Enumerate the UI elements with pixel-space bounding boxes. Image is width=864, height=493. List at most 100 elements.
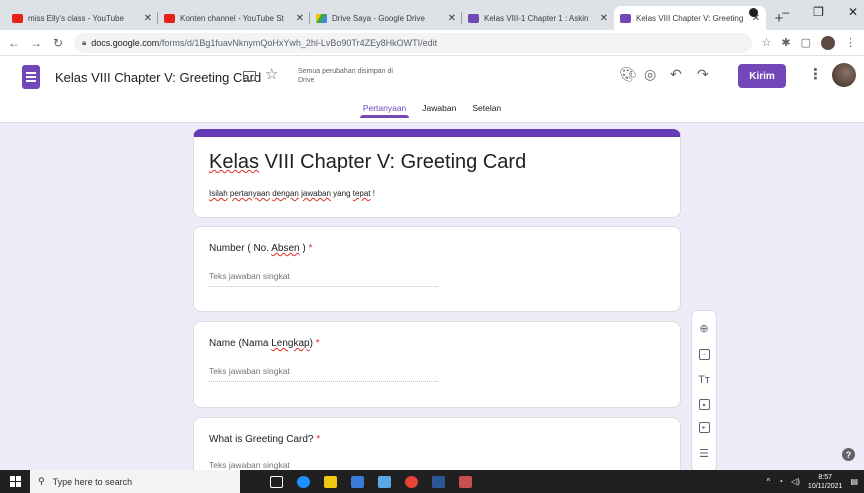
- minimize-icon[interactable]: –: [782, 5, 789, 19]
- desc-word: pertanyaan: [229, 189, 270, 198]
- forms-header: Kelas VIII Chapter V: Greeting Card ☆ Se…: [0, 56, 864, 123]
- edge-icon[interactable]: [297, 475, 310, 488]
- tray-chevron-icon[interactable]: ^: [766, 477, 770, 486]
- url-host: docs.google.com: [91, 37, 160, 48]
- window-controls: – ❐ ✕: [749, 0, 864, 24]
- file-explorer-icon[interactable]: [324, 475, 337, 488]
- taskbar-search-input[interactable]: ⚲ Type here to search: [30, 470, 240, 493]
- google-forms-logo-icon[interactable]: [22, 65, 40, 89]
- question-label-start: What is Greeting Card?: [209, 434, 314, 445]
- volume-icon[interactable]: ◁): [791, 477, 800, 486]
- windows-logo-icon: [9, 476, 21, 487]
- form-title-card[interactable]: Kelas VIII Chapter V: Greeting Card Isil…: [193, 129, 681, 218]
- search-icon: ⚲: [38, 476, 45, 486]
- add-question-icon[interactable]: ⊕: [696, 321, 712, 337]
- browser-menu-icon[interactable]: ⋮: [845, 36, 856, 49]
- youtube-icon: [12, 13, 23, 23]
- desc-word: jawaban: [301, 189, 331, 198]
- desc-word: tepat: [352, 189, 371, 198]
- close-window-icon[interactable]: ✕: [848, 5, 858, 19]
- question-label: Name (Nama Lengkap) *: [209, 338, 320, 349]
- question-card[interactable]: Name (Nama Lengkap) * Teks jawaban singk…: [193, 321, 681, 408]
- tab-responses[interactable]: Jawaban: [414, 103, 464, 118]
- lock-icon: 🔒︎: [82, 37, 87, 47]
- notifications-icon[interactable]: ▤: [850, 477, 858, 486]
- browser-tab[interactable]: Drive Saya - Google Drive ✕: [310, 6, 462, 30]
- tab-settings[interactable]: Setelan: [464, 103, 509, 118]
- task-view-icon[interactable]: [270, 475, 283, 488]
- form-description[interactable]: Isilah pertanyaan dengan jawaban yang te…: [209, 189, 375, 198]
- reload-icon[interactable]: ↻: [52, 36, 64, 50]
- store-icon[interactable]: [378, 475, 391, 488]
- question-label: Number ( No. Absen ) *: [209, 243, 312, 254]
- back-icon[interactable]: ←: [8, 36, 20, 50]
- taskbar-apps: [270, 475, 472, 488]
- clock-date: 10/11/2021: [807, 482, 843, 490]
- tab-title: Konten channel - YouTube St: [180, 13, 284, 23]
- chrome-icon[interactable]: [405, 475, 418, 488]
- url-field[interactable]: 🔒︎ docs.google.com/forms/d/1Bg1fuavNknym…: [74, 32, 752, 53]
- url-path: /forms/d/1Bg1fuavNknymQoHxYwh_2hl-LvBo90…: [159, 37, 438, 48]
- more-options-icon[interactable]: ⋮: [808, 65, 823, 83]
- form-tabs: Pertanyaan Jawaban Setelan: [0, 103, 864, 118]
- close-tab-icon[interactable]: ✕: [448, 13, 456, 24]
- undo-icon[interactable]: ↶: [670, 66, 682, 83]
- send-button[interactable]: Kirim: [738, 64, 786, 88]
- form-title[interactable]: Kelas VIII Chapter V: Greeting Card: [209, 151, 526, 174]
- word-icon[interactable]: [432, 475, 445, 488]
- browser-tab[interactable]: miss Elly's class - YouTube ✕: [6, 6, 158, 30]
- close-tab-icon[interactable]: ✕: [144, 13, 152, 24]
- bookmark-star-icon[interactable]: ☆: [762, 36, 772, 49]
- redo-icon[interactable]: ↷: [697, 66, 709, 83]
- tab-title: Drive Saya - Google Drive: [332, 13, 425, 23]
- import-questions-icon[interactable]: →: [698, 348, 710, 360]
- avatar[interactable]: [832, 63, 856, 87]
- start-button[interactable]: [0, 470, 30, 493]
- add-section-icon[interactable]: ☰: [696, 445, 712, 461]
- tab-title: Kelas VIII Chapter V: Greeting: [636, 13, 744, 23]
- google-forms-icon: [468, 13, 479, 23]
- document-title[interactable]: Kelas VIII Chapter V: Greeting Card: [55, 70, 261, 85]
- question-label-end: ): [309, 338, 313, 349]
- add-video-icon[interactable]: ▸: [698, 422, 710, 434]
- close-tab-icon[interactable]: ✕: [296, 13, 304, 24]
- question-label: What is Greeting Card? *: [209, 434, 320, 445]
- restore-icon[interactable]: ❐: [813, 5, 824, 19]
- youtube-icon: [164, 13, 175, 23]
- browser-tab[interactable]: Konten channel - YouTube St ✕: [158, 6, 310, 30]
- mail-icon[interactable]: [351, 475, 364, 488]
- question-card[interactable]: What is Greeting Card? * Teks jawaban si…: [193, 417, 681, 477]
- forward-icon[interactable]: →: [30, 36, 42, 50]
- star-icon[interactable]: ☆: [265, 65, 278, 83]
- question-label-end: ): [299, 243, 306, 254]
- form-title-first-word: Kelas: [209, 151, 260, 173]
- short-answer-field: Teks jawaban singkat: [209, 271, 438, 287]
- system-tray: ^ ◔ ◁) 8:57 10/11/2021 ▤: [766, 470, 858, 493]
- desc-word: dengan: [272, 189, 299, 198]
- add-image-icon[interactable]: ▴: [698, 399, 710, 411]
- clock[interactable]: 8:57 10/11/2021: [808, 473, 843, 491]
- add-title-text-icon[interactable]: Tт: [696, 372, 712, 388]
- folder-icon[interactable]: [243, 71, 256, 81]
- palette-icon[interactable]: 🎨︎: [619, 66, 637, 83]
- extensions-icon[interactable]: ✱: [781, 36, 790, 49]
- profile-dot-icon[interactable]: [749, 7, 759, 17]
- question-label-start: Number ( No.: [209, 243, 272, 254]
- media-app-icon[interactable]: [459, 475, 472, 488]
- browser-tab-strip: miss Elly's class - YouTube ✕ Konten cha…: [0, 0, 864, 30]
- browser-tab-active[interactable]: Kelas VIII Chapter V: Greeting ✕: [614, 6, 766, 30]
- browser-tab[interactable]: Kelas VIII-1 Chapter 1 : Askin ✕: [462, 6, 614, 30]
- windows-taskbar: ⚲ Type here to search ^ ◔ ◁) 8:57 10/11/…: [0, 470, 864, 493]
- required-asterisk: *: [316, 434, 321, 445]
- network-icon[interactable]: ◔: [778, 477, 783, 486]
- tab-questions[interactable]: Pertanyaan: [355, 103, 414, 118]
- question-card[interactable]: Number ( No. Absen ) * Teks jawaban sing…: [193, 226, 681, 312]
- profile-avatar-icon[interactable]: [821, 35, 835, 50]
- form-title-rest: VIII Chapter V: Greeting Card: [259, 151, 527, 173]
- required-asterisk: *: [315, 338, 320, 349]
- help-icon[interactable]: ?: [842, 448, 855, 461]
- tab-search-icon[interactable]: ▢: [801, 36, 811, 49]
- clock-time: 8:57: [818, 473, 832, 481]
- preview-eye-icon[interactable]: ◎: [644, 66, 656, 83]
- close-tab-icon[interactable]: ✕: [600, 13, 608, 24]
